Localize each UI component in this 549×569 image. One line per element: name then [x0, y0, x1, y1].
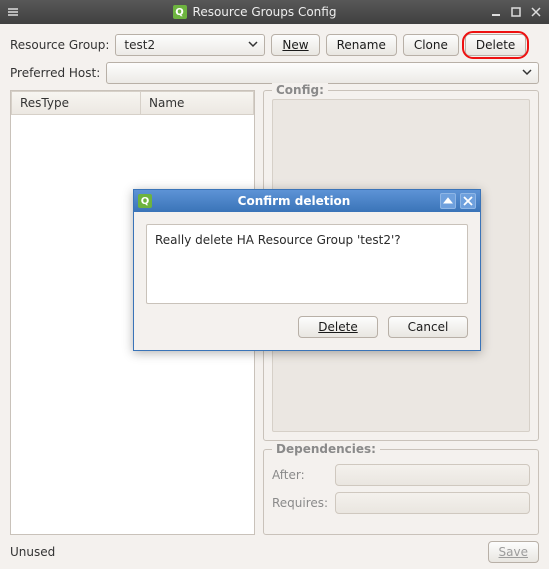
maximize-icon[interactable]	[509, 5, 523, 19]
new-button[interactable]: New	[271, 34, 319, 56]
status-text: Unused	[10, 545, 55, 559]
preferred-host-label: Preferred Host:	[10, 66, 100, 80]
minimize-icon[interactable]	[489, 5, 503, 19]
dialog-title: Confirm deletion	[152, 194, 436, 208]
dialog-close-icon[interactable]	[460, 193, 476, 209]
requires-label: Requires:	[272, 496, 327, 510]
window-titlebar: Q Resource Groups Config	[0, 0, 549, 24]
dialog-titlebar: Q Confirm deletion	[134, 190, 480, 212]
resource-group-row: Resource Group: test2 New Rename Clone D…	[10, 34, 539, 56]
after-field[interactable]	[335, 464, 530, 486]
resource-group-selected: test2	[124, 38, 155, 52]
window-title: Resource Groups Config	[193, 5, 337, 19]
col-restype[interactable]: ResType	[11, 91, 141, 115]
dialog-buttons: Delete Cancel	[146, 316, 468, 338]
confirm-deletion-dialog: Q Confirm deletion Really delete HA Reso…	[133, 189, 481, 351]
requires-field[interactable]	[335, 492, 530, 514]
dialog-up-icon[interactable]	[440, 193, 456, 209]
app-logo-icon: Q	[138, 194, 152, 208]
preferred-host-row: Preferred Host:	[10, 62, 539, 84]
chevron-down-icon	[248, 38, 258, 52]
delete-button[interactable]: Delete	[465, 34, 526, 56]
footer: Unused Save	[10, 535, 539, 563]
dialog-delete-button[interactable]: Delete	[298, 316, 378, 338]
dependencies-groupbox: Dependencies: After: Requires:	[263, 449, 539, 535]
save-button[interactable]: Save	[488, 541, 539, 563]
config-legend: Config:	[272, 83, 328, 97]
rename-button[interactable]: Rename	[326, 34, 397, 56]
dialog-message: Really delete HA Resource Group 'test2'?	[146, 224, 468, 304]
close-icon[interactable]	[529, 5, 543, 19]
resource-list-header: ResType Name	[11, 91, 254, 115]
dependencies-legend: Dependencies:	[272, 442, 380, 456]
chevron-down-icon	[522, 66, 532, 80]
window-body: Resource Group: test2 New Rename Clone D…	[0, 24, 549, 569]
app-logo-icon: Q	[173, 5, 187, 19]
resource-group-combo[interactable]: test2	[115, 34, 265, 56]
preferred-host-combo[interactable]	[106, 62, 539, 84]
dialog-body: Really delete HA Resource Group 'test2'?…	[134, 212, 480, 350]
dialog-cancel-button[interactable]: Cancel	[388, 316, 468, 338]
window-menu-icon[interactable]	[6, 5, 20, 19]
after-label: After:	[272, 468, 327, 482]
clone-button[interactable]: Clone	[403, 34, 459, 56]
resource-group-label: Resource Group:	[10, 38, 109, 52]
col-name[interactable]: Name	[141, 91, 254, 115]
